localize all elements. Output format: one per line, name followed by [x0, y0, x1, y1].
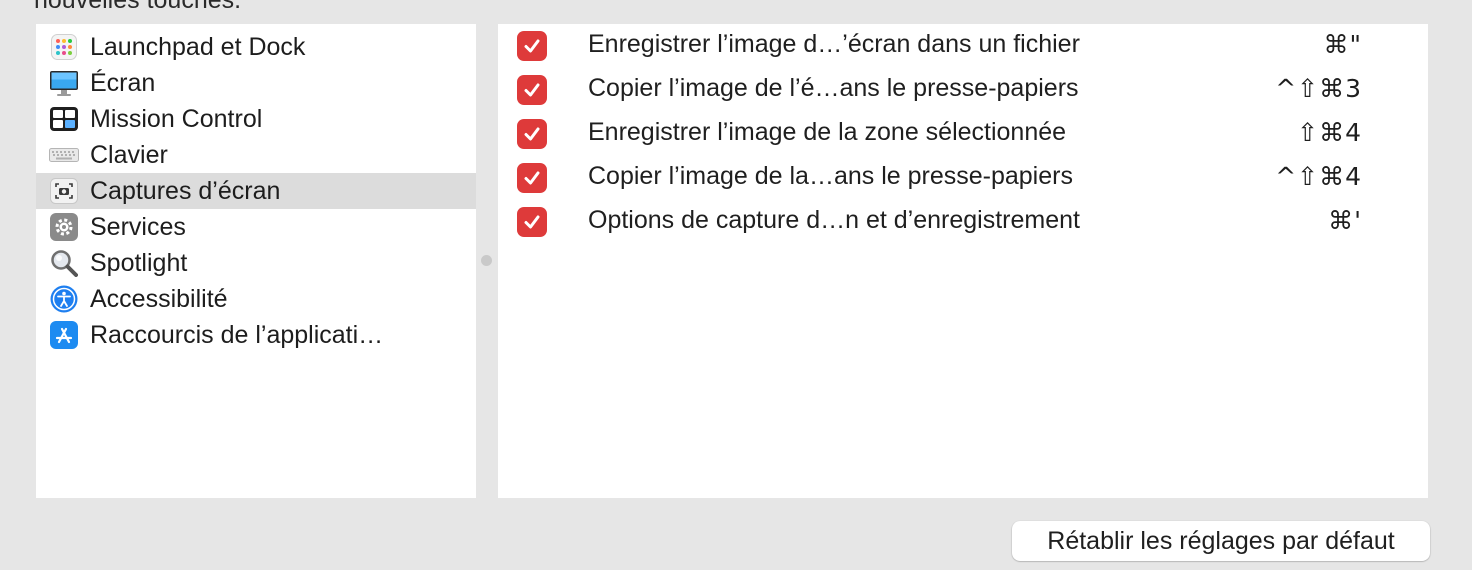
- sidebar-item-label: Mission Control: [90, 104, 263, 133]
- shortcut-keys[interactable]: ^⇧⌘4: [1275, 162, 1362, 191]
- sidebar-item-label: Écran: [90, 68, 156, 97]
- app-store-icon: [49, 320, 79, 350]
- magnifier-icon: [49, 248, 79, 278]
- shortcut-keys[interactable]: ⌘": [1324, 30, 1363, 59]
- shortcut-keys[interactable]: ⌘': [1328, 206, 1362, 235]
- gear-icon: [49, 212, 79, 242]
- shortcut-keys[interactable]: ⇧⌘4: [1297, 118, 1362, 147]
- shortcut-label[interactable]: Copier l’image de l’é…ans le presse-papi…: [588, 74, 1079, 103]
- checkmark-icon: [524, 215, 540, 229]
- sidebar-item-label: Captures d’écran: [90, 176, 281, 205]
- category-list: Launchpad et Dock Écran Mission Control: [36, 24, 476, 498]
- sidebar-item-label: Launchpad et Dock: [90, 32, 306, 61]
- checkmark-icon: [524, 39, 540, 53]
- sidebar-item-captures-ecran[interactable]: Captures d’écran: [36, 173, 476, 209]
- sidebar-item-accessibilite[interactable]: Accessibilité: [36, 281, 476, 317]
- sidebar-item-label: Clavier: [90, 140, 168, 169]
- sidebar-item-services[interactable]: Services: [36, 209, 476, 245]
- sidebar-item-mission-control[interactable]: Mission Control: [36, 101, 476, 137]
- enable-checkbox[interactable]: [517, 163, 547, 193]
- shortcut-row: Enregistrer l’image de la zone sélection…: [498, 112, 1428, 156]
- screenshot-icon: [49, 176, 79, 206]
- sidebar-item-launchpad-dock[interactable]: Launchpad et Dock: [36, 29, 476, 65]
- shortcut-row: Copier l’image de l’é…ans le presse-papi…: [498, 68, 1428, 112]
- mission-control-icon: [49, 104, 79, 134]
- shortcut-row: Enregistrer l’image d…’écran dans un fic…: [498, 24, 1428, 68]
- checkmark-icon: [524, 127, 540, 141]
- enable-checkbox[interactable]: [517, 75, 547, 105]
- shortcut-label[interactable]: Enregistrer l’image d…’écran dans un fic…: [588, 30, 1080, 59]
- enable-checkbox[interactable]: [517, 119, 547, 149]
- checkmark-icon: [524, 83, 540, 97]
- launchpad-icon: [49, 32, 79, 62]
- shortcut-label[interactable]: Copier l’image de la…ans le presse-papie…: [588, 162, 1073, 191]
- sidebar-item-label: Raccourcis de l’applicati…: [90, 320, 384, 349]
- sidebar-item-label: Spotlight: [90, 248, 188, 277]
- shortcut-label[interactable]: Enregistrer l’image de la zone sélection…: [588, 118, 1066, 147]
- sidebar-item-ecran[interactable]: Écran: [36, 65, 476, 101]
- enable-checkbox[interactable]: [517, 207, 547, 237]
- enable-checkbox[interactable]: [517, 31, 547, 61]
- restore-defaults-button[interactable]: Rétablir les réglages par défaut: [1012, 521, 1430, 561]
- checkmark-icon: [524, 171, 540, 185]
- shortcut-keys[interactable]: ^⇧⌘3: [1275, 74, 1362, 103]
- keyboard-icon: [49, 140, 79, 170]
- sidebar-item-raccourcis-application[interactable]: Raccourcis de l’applicati…: [36, 317, 476, 353]
- display-icon: [49, 68, 79, 98]
- shortcut-label[interactable]: Options de capture d…n et d’enregistreme…: [588, 206, 1080, 235]
- sidebar-item-clavier[interactable]: Clavier: [36, 137, 476, 173]
- sidebar-item-spotlight[interactable]: Spotlight: [36, 245, 476, 281]
- split-view-divider[interactable]: [481, 255, 492, 266]
- shortcut-list: Enregistrer l’image d…’écran dans un fic…: [498, 24, 1428, 498]
- accessibility-icon: [49, 284, 79, 314]
- instruction-text: nouvelles touches.: [34, 0, 242, 14]
- sidebar-item-label: Accessibilité: [90, 284, 228, 313]
- shortcut-row: Options de capture d…n et d’enregistreme…: [498, 200, 1428, 244]
- sidebar-item-label: Services: [90, 212, 186, 241]
- shortcut-row: Copier l’image de la…ans le presse-papie…: [498, 156, 1428, 200]
